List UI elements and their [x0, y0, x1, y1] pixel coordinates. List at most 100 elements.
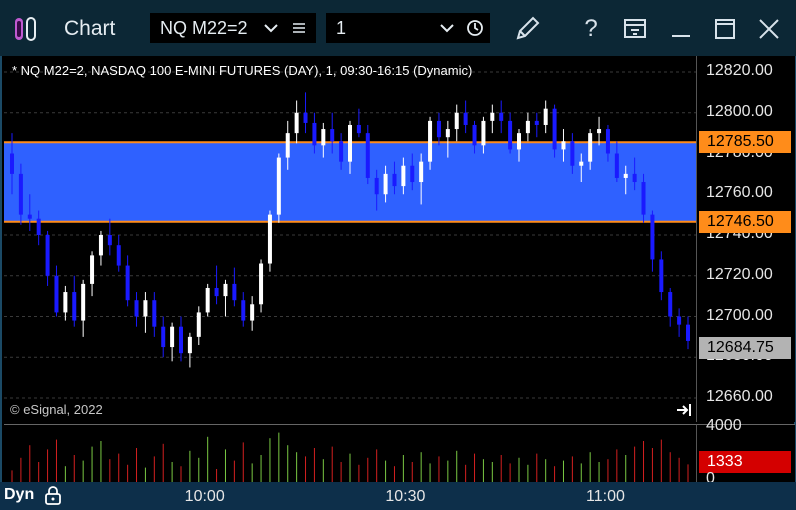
candle-body: [579, 161, 584, 166]
price-label: 12720.00: [706, 265, 773, 283]
time-label: 11:00: [586, 488, 625, 505]
candle-body: [321, 129, 326, 146]
candle-body: [668, 292, 673, 317]
candle-body: [330, 129, 335, 142]
candle-body: [650, 214, 655, 260]
candle-body: [63, 292, 68, 313]
candle-body: [179, 326, 183, 354]
candle-body: [98, 235, 103, 256]
candle-body: [614, 153, 619, 178]
candle-body: [356, 124, 361, 134]
candle-body: [383, 173, 388, 195]
price-label: 12700.00: [706, 306, 773, 324]
clock-icon[interactable]: [466, 19, 484, 37]
maximize-icon[interactable]: [708, 12, 742, 46]
candle-body: [463, 112, 468, 125]
candlestick-chart[interactable]: [4, 56, 696, 422]
candle-body: [339, 141, 344, 162]
candle-body: [490, 112, 495, 121]
candle-body: [152, 300, 157, 327]
candle-body: [525, 120, 530, 134]
candle-body: [686, 324, 690, 341]
chevron-down-icon[interactable]: [264, 22, 278, 34]
candle-body: [410, 165, 415, 183]
candle-body: [623, 173, 628, 178]
template-icon[interactable]: [618, 12, 652, 46]
band-lower-tag[interactable]: 12746.50: [699, 210, 791, 233]
candle-body: [267, 214, 272, 264]
candle-body: [588, 133, 593, 162]
chevron-down-icon[interactable]: [440, 22, 454, 34]
candle-body: [36, 218, 41, 235]
candle-body: [365, 133, 370, 178]
title-bar: Chart NQ M22=2 1 ?: [0, 0, 796, 56]
candle-body: [303, 112, 308, 123]
pencil-icon[interactable]: [510, 12, 544, 46]
volume-axis: 4000 1333 0: [696, 417, 795, 487]
symbol-combo[interactable]: NQ M22=2: [150, 13, 316, 43]
candle-body: [632, 173, 637, 183]
candle-body: [107, 235, 112, 246]
minimize-icon[interactable]: [664, 12, 698, 46]
candle-body: [241, 300, 246, 321]
candle-body: [72, 292, 77, 321]
price-axis[interactable]: 12820.0012800.0012780.0012760.0012740.00…: [696, 56, 795, 422]
candle-body: [454, 112, 459, 130]
last-price-tag: 12684.75: [699, 336, 791, 359]
candle-body: [472, 124, 477, 146]
candle-body: [259, 263, 264, 305]
candle-body: [161, 326, 166, 348]
dynamic-mode-label[interactable]: Dyn: [4, 486, 34, 504]
scroll-to-end-icon[interactable]: [676, 402, 694, 418]
candle-body: [187, 336, 192, 354]
candle-body: [81, 283, 86, 321]
volume-max-label: 4000: [706, 417, 742, 434]
candle-body: [641, 182, 646, 215]
volume-pane[interactable]: [4, 424, 696, 483]
candle-body: [659, 259, 664, 293]
candle-body: [276, 157, 281, 215]
time-axis[interactable]: Dyn 10:00 10:30 11:00: [0, 482, 796, 510]
volume-chart[interactable]: [4, 425, 696, 483]
candle-body: [517, 133, 521, 150]
candle-body: [401, 165, 406, 187]
candle-body: [677, 316, 682, 325]
candle-body: [285, 133, 290, 158]
candle-body: [534, 120, 539, 125]
candle-body: [499, 112, 504, 121]
candle-body: [481, 120, 486, 146]
candle-body: [348, 124, 352, 162]
candle-body: [250, 304, 255, 321]
candle-body: [45, 235, 50, 276]
candle-body: [170, 326, 175, 348]
price-label: 12660.00: [706, 388, 773, 405]
price-pane[interactable]: * NQ M22=2, NASDAQ 100 E-MINI FUTURES (D…: [4, 56, 696, 422]
window-title: Chart: [64, 17, 116, 40]
candle-body: [294, 112, 299, 134]
app-icon: [15, 17, 36, 41]
menu-icon[interactable]: [292, 21, 306, 35]
chart-header: * NQ M22=2, NASDAQ 100 E-MINI FUTURES (D…: [12, 63, 473, 78]
candle-body: [223, 283, 228, 297]
time-label: 10:30: [385, 488, 426, 505]
lock-icon[interactable]: [44, 485, 62, 505]
candle-body: [605, 129, 610, 154]
price-label: 12800.00: [706, 102, 773, 120]
symbol-value[interactable]: NQ M22=2: [160, 18, 248, 39]
candle-body: [597, 129, 602, 134]
candle-body: [143, 300, 148, 317]
interval-combo[interactable]: 1: [326, 13, 490, 43]
help-icon[interactable]: ?: [574, 12, 608, 46]
candle-body: [18, 173, 23, 215]
candle-body: [312, 122, 317, 146]
candle-body: [134, 300, 139, 317]
close-icon[interactable]: [752, 12, 786, 46]
candle-body: [374, 177, 379, 195]
interval-value[interactable]: 1: [336, 18, 346, 39]
candle-body: [10, 153, 14, 174]
price-label: 12820.00: [706, 62, 773, 79]
band-upper-tag[interactable]: 12785.50: [699, 131, 791, 154]
time-label: 10:00: [184, 488, 225, 505]
candle-body: [90, 255, 95, 284]
candle-body: [436, 120, 441, 138]
